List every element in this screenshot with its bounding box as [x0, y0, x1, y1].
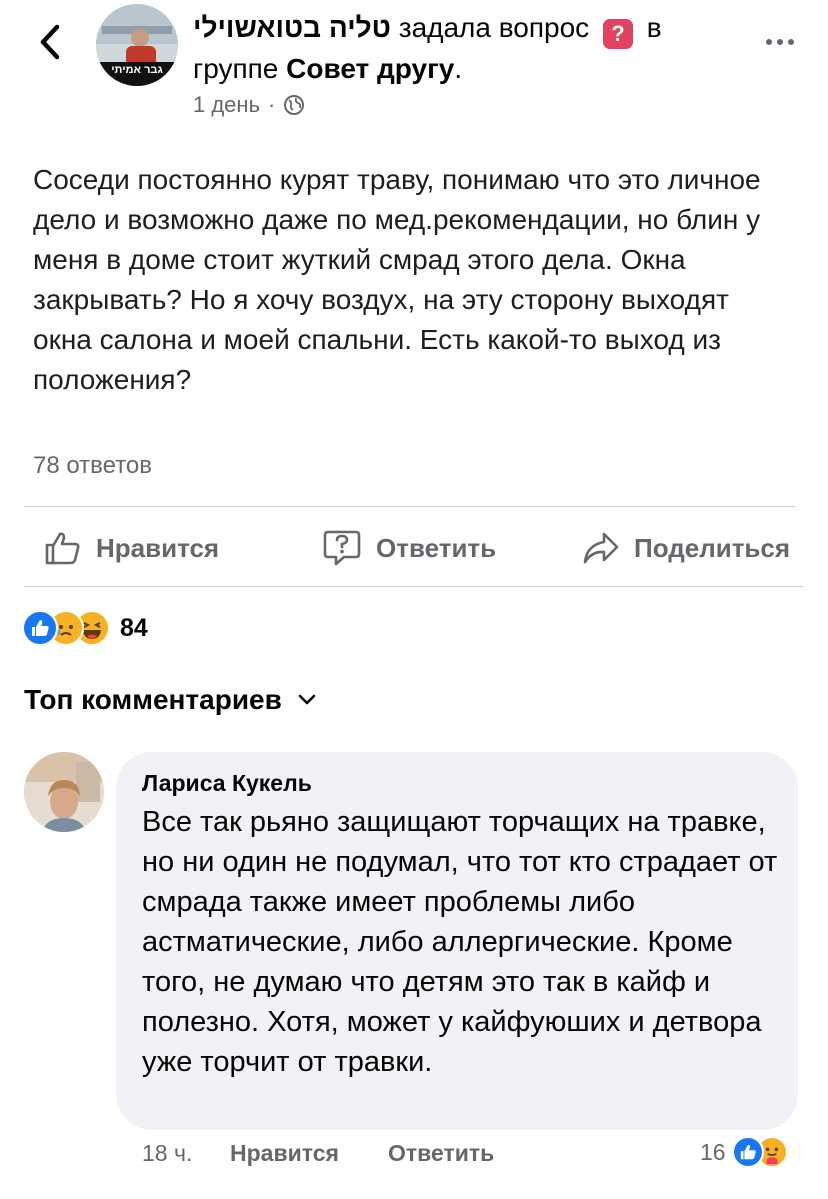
- chevron-left-icon: [40, 24, 60, 60]
- action-text: задала вопрос: [398, 12, 590, 43]
- like-label: Нравится: [96, 532, 220, 563]
- author-avatar[interactable]: גבר אמיתי: [96, 4, 178, 86]
- like-reaction-icon: [731, 1136, 764, 1168]
- share-label: Поделиться: [634, 532, 791, 563]
- share-arrow-icon: [583, 532, 619, 564]
- more-dot-icon: [766, 39, 772, 45]
- more-dot-icon: [777, 39, 783, 45]
- comment-reply-button[interactable]: Ответить: [388, 1140, 494, 1167]
- reactions-summary[interactable]: 84: [22, 608, 148, 648]
- divider: [24, 506, 796, 507]
- answers-count[interactable]: 78 ответов: [33, 452, 152, 480]
- thumbs-up-icon: [45, 532, 80, 565]
- comment-reaction-count: 16: [700, 1138, 726, 1165]
- comments-sort-dropdown[interactable]: Топ комментариев: [24, 684, 316, 716]
- chevron-down-icon: [298, 694, 316, 705]
- globe-icon: [284, 95, 305, 115]
- question-icon: ?: [602, 19, 633, 49]
- like-button[interactable]: Нравится: [44, 522, 219, 574]
- comments-sort-label: Топ комментариев: [24, 684, 282, 715]
- post-text: Соседи постоянно курят траву, понимаю чт…: [33, 164, 761, 395]
- author-name[interactable]: טליה בטואשוילי: [193, 12, 391, 43]
- back-button[interactable]: [30, 20, 70, 64]
- like-reaction-icon: [22, 610, 58, 646]
- group-name[interactable]: Совет другу: [286, 53, 454, 84]
- comment-like-button[interactable]: Нравится: [230, 1140, 339, 1167]
- post-header: טליה בטואשוילי задала вопрос ? в группе …: [193, 8, 753, 89]
- in-text: в: [646, 12, 662, 43]
- comment-reactions[interactable]: 16: [700, 1136, 788, 1168]
- post-time[interactable]: 1 день: [193, 92, 260, 118]
- reactions-count: 84: [120, 613, 148, 642]
- share-button[interactable]: Поделиться: [582, 522, 790, 574]
- post-meta: 1 день ·: [193, 92, 305, 118]
- group-suffix: .: [454, 53, 463, 84]
- meta-separator: ·: [268, 92, 276, 117]
- more-options-button[interactable]: [758, 30, 802, 54]
- avatar-caption: גבר אמיתי: [111, 64, 163, 76]
- commenter-avatar[interactable]: [24, 752, 104, 832]
- reply-label: Ответить: [376, 532, 497, 563]
- question-bubble-icon: [323, 530, 361, 566]
- divider: [24, 586, 804, 587]
- group-prefix: группе: [193, 53, 279, 84]
- commenter-avatar-image: [24, 752, 104, 832]
- comment-time[interactable]: 18 ч.: [142, 1140, 192, 1167]
- reply-button[interactable]: Ответить: [322, 522, 496, 574]
- commenter-name[interactable]: Лариса Кукель: [142, 770, 312, 797]
- more-dot-icon: [788, 39, 794, 45]
- comment-text: Все так рьяно защищают торчащих на травк…: [142, 806, 778, 1078]
